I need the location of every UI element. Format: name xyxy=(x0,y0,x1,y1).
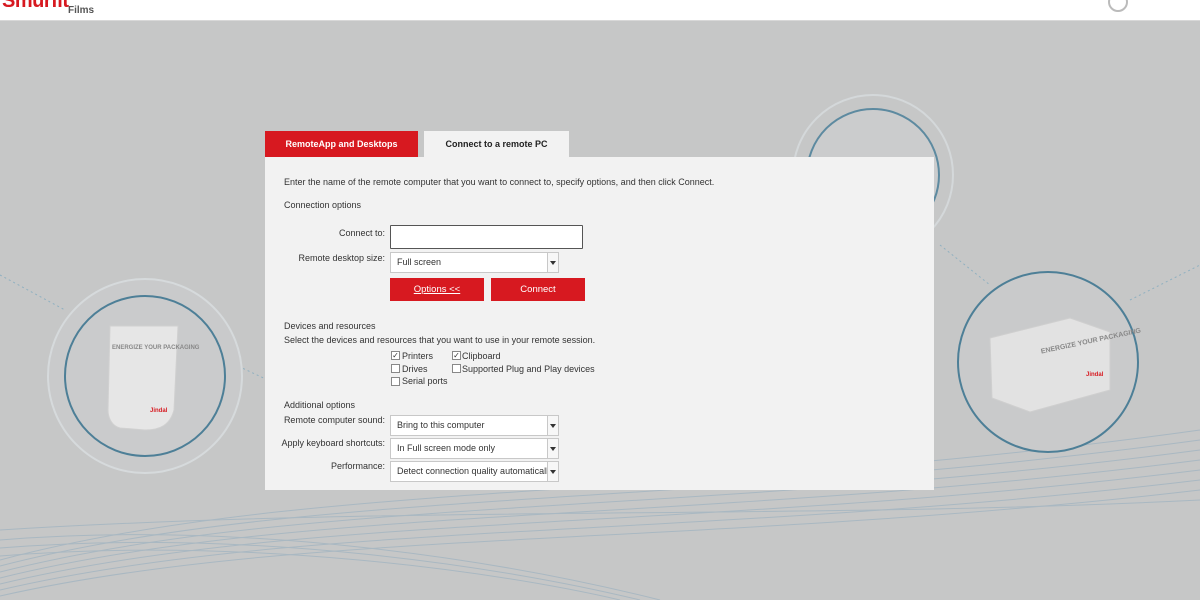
connect-panel: Enter the name of the remote computer th… xyxy=(265,157,934,490)
chevron-down-icon[interactable] xyxy=(547,253,558,272)
left-product-brand: Jindal xyxy=(150,408,168,414)
brand-logo[interactable]: Smurfit xyxy=(2,0,69,13)
remote-desktop-size-value: Full screen xyxy=(397,257,442,267)
serial-ports-label: Serial ports xyxy=(402,376,448,386)
remote-sound-label: Remote computer sound: xyxy=(283,415,385,425)
devices-heading: Devices and resources xyxy=(284,321,376,331)
remote-sound-value: Bring to this computer xyxy=(397,420,485,430)
clipboard-checkbox[interactable]: ✓ xyxy=(452,351,461,360)
user-icon[interactable] xyxy=(1108,0,1128,12)
printers-label: Printers xyxy=(402,351,434,361)
performance-label: Performance: xyxy=(330,461,385,471)
performance-value: Detect connection quality automatically xyxy=(397,466,553,476)
drives-checkbox[interactable] xyxy=(391,364,400,373)
chevron-down-icon[interactable] xyxy=(547,416,558,435)
connect-to-label: Connect to: xyxy=(338,228,385,238)
keyboard-shortcuts-select[interactable]: In Full screen mode only xyxy=(390,438,559,459)
keyboard-shortcuts-label: Apply keyboard shortcuts: xyxy=(281,438,385,448)
left-product-pouch xyxy=(107,325,179,431)
connect-to-input[interactable] xyxy=(390,225,583,249)
tab-connect-to-remote-pc[interactable]: Connect to a remote PC xyxy=(424,131,569,158)
connect-button[interactable]: Connect xyxy=(491,278,585,301)
printers-checkbox[interactable]: ✓ xyxy=(391,351,400,360)
remote-desktop-size-label: Remote desktop size: xyxy=(298,253,385,263)
plug-and-play-label: Supported Plug and Play devices xyxy=(462,364,595,374)
keyboard-shortcuts-value: In Full screen mode only xyxy=(397,443,496,453)
remote-sound-select[interactable]: Bring to this computer xyxy=(390,415,559,436)
connection-options-heading: Connection options xyxy=(284,200,362,210)
chevron-down-icon[interactable] xyxy=(547,462,558,481)
brand-logo-subtitle: Films xyxy=(68,5,95,16)
right-product-brand: Jindal xyxy=(1086,372,1104,378)
plug-and-play-checkbox[interactable] xyxy=(452,364,461,373)
drives-label: Drives xyxy=(402,364,428,374)
remote-desktop-size-select[interactable]: Full screen xyxy=(390,252,559,273)
chevron-down-icon[interactable] xyxy=(547,439,558,458)
tab-remoteapp-and-desktops[interactable]: RemoteApp and Desktops xyxy=(265,131,418,157)
additional-options-heading: Additional options xyxy=(284,400,356,410)
performance-select[interactable]: Detect connection quality automatically xyxy=(390,461,559,482)
intro-text: Enter the name of the remote computer th… xyxy=(284,177,715,187)
options-button[interactable]: Options << xyxy=(390,278,484,301)
devices-intro: Select the devices and resources that yo… xyxy=(284,335,596,345)
top-bar: Smurfit Films xyxy=(0,0,1200,21)
serial-ports-checkbox[interactable] xyxy=(391,377,400,386)
clipboard-label: Clipboard xyxy=(462,351,501,361)
left-product-slogan: ENERGIZE YOUR PACKAGING xyxy=(112,345,200,351)
